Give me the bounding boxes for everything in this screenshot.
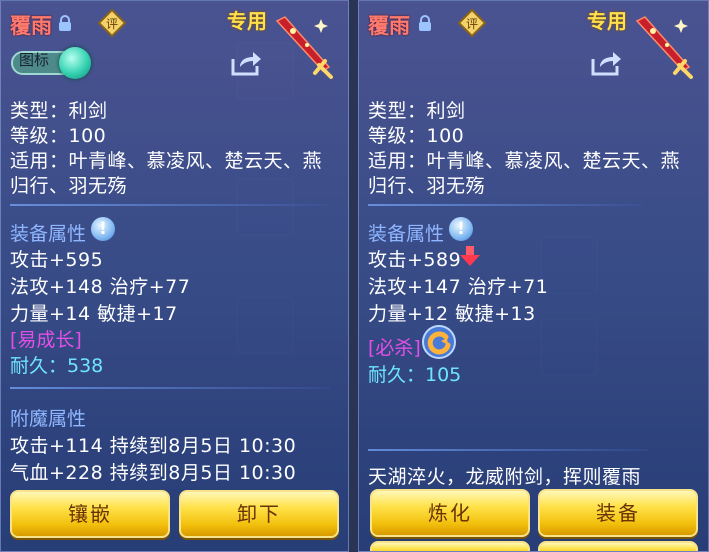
item-usable: 适用：叶青峰、慕凌风、楚云天、燕 [368,150,681,172]
lock-icon [59,15,71,31]
item-flavor-text: 天湖淬火，龙威附剑，挥则覆雨 [368,466,642,488]
arrow-down-icon [460,246,480,266]
share-icon[interactable] [590,49,622,77]
durability: 耐久：538 [10,355,104,377]
stat-magic-heal: 法攻+148 治疗+77 [10,276,191,298]
attr-section-title: 装备属性 [10,223,87,245]
info-icon[interactable]: ! [449,217,473,241]
unequip-button[interactable]: 卸下 [179,490,339,538]
enchant-attack: 攻击+114 持续到8月5日 10:30 [10,435,297,457]
divider [10,204,330,206]
item-type: 类型：利剑 [10,100,108,122]
item-name: 覆雨 [10,14,52,38]
stat-str-agi: 力量+12 敏捷+13 [368,303,536,325]
info-icon[interactable]: ! [91,217,115,241]
exclusive-label: 专用 [227,9,267,33]
durability: 耐久：105 [368,364,462,386]
sword-icon [635,16,693,79]
stat-magic-heal: 法攻+147 治疗+71 [368,276,549,298]
item-level: 等级：100 [368,125,465,147]
icon-toggle[interactable]: 图标 [11,47,91,79]
toggle-label: 图标 [19,51,50,69]
enchant-hp: 气血+228 持续到8月5日 10:30 [10,462,297,484]
trait-tag: [必杀] [368,337,421,359]
more-button[interactable] [538,541,698,551]
more-button[interactable] [370,541,530,551]
stat-str-agi: 力量+14 敏捷+17 [10,303,178,325]
stat-attack: 攻击+589 [368,249,462,271]
refine-icon [422,325,456,359]
sword-icon [275,16,333,79]
lock-icon [419,15,431,31]
trait-tag: [易成长] [10,329,82,351]
item-type: 类型：利剑 [368,100,466,122]
divider [10,387,330,389]
item-usable-cont: 归行、羽无殇 [368,175,486,197]
item-usable-cont: 归行、羽无殇 [10,175,128,197]
item-tooltip-right: 覆雨 评 专用 类型：利剑 等级：100 适用：叶青峰、慕凌风、楚云天、燕 归行… [358,0,709,552]
svg-text:评: 评 [106,17,118,31]
share-icon[interactable] [230,49,262,77]
divider [368,204,643,206]
divider [368,449,648,451]
item-usable: 适用：叶青峰、慕凌风、楚云天、燕 [10,150,323,172]
inlay-button[interactable]: 镶嵌 [10,490,170,538]
rate-icon[interactable]: 评 [458,9,486,37]
item-level: 等级：100 [10,125,107,147]
exclusive-label: 专用 [587,9,627,33]
svg-text:评: 评 [466,17,478,31]
attr-section-title: 装备属性 [368,223,445,245]
toggle-knob[interactable] [59,47,91,79]
equip-button[interactable]: 装备 [538,489,698,537]
item-tooltip-left: 覆雨 评 专用 图标 类型：利剑 等级：100 适用：叶青峰、慕凌风、楚云天、燕… [0,0,349,552]
enchant-section-title: 附魔属性 [10,408,87,430]
refine-button[interactable]: 炼化 [370,489,530,537]
item-name: 覆雨 [368,14,410,38]
rate-icon[interactable]: 评 [98,9,126,37]
stat-attack: 攻击+595 [10,249,104,271]
